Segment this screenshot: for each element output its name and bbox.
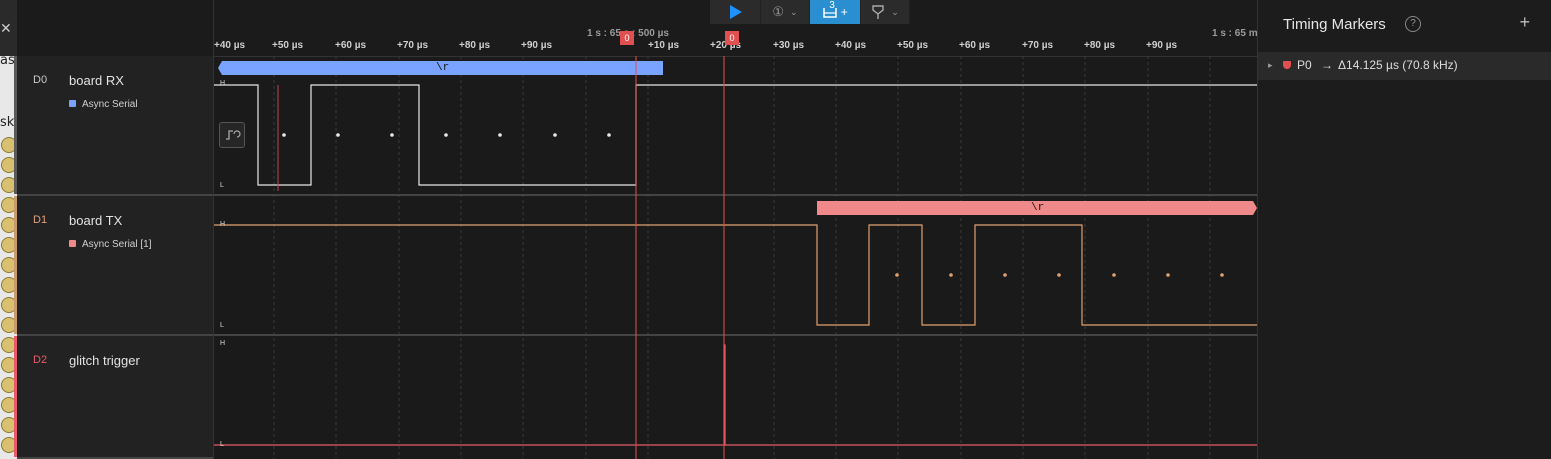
- expand-icon[interactable]: ▸: [1268, 60, 1273, 71]
- play-icon: [730, 5, 742, 19]
- time-tick-label: +70 µs: [1022, 40, 1054, 51]
- absolute-time-label: 1 s : 65 m: [1212, 28, 1258, 39]
- level-low-label: L: [220, 322, 224, 329]
- channel-color-bar: [14, 196, 17, 334]
- level-high-label: H: [220, 340, 226, 347]
- trigger-icon: ①: [772, 4, 785, 19]
- channel-id: D0: [33, 74, 48, 86]
- channel-id: D2: [33, 354, 48, 366]
- close-icon[interactable]: ✕: [0, 0, 17, 56]
- channel-color-bar: [14, 336, 17, 457]
- analyzer-label[interactable]: Async Serial [1]: [69, 239, 151, 250]
- channel-name[interactable]: board TX: [69, 213, 122, 228]
- time-tick-label: +80 µs: [1084, 40, 1116, 51]
- start-capture-button[interactable]: [710, 0, 761, 24]
- channel-row-d0[interactable]: D0 board RX Async Serial: [14, 56, 213, 196]
- waveform-rx: [214, 84, 1258, 186]
- time-tick-label: +40 µs: [835, 40, 867, 51]
- bit-sample-dots: [282, 133, 611, 137]
- analyzer-name: Async Serial: [82, 99, 138, 110]
- marker-list-item[interactable]: ▸ P0 → Δ14.125 µs (70.8 kHz): [1258, 52, 1551, 80]
- grid-lines: [273, 56, 1211, 459]
- background-text-fragment: sk: [0, 115, 15, 130]
- marker-count: 3: [829, 0, 835, 11]
- marker-color-icon: [1283, 61, 1291, 69]
- channel-row-d1[interactable]: D1 board TX Async Serial [1]: [14, 196, 213, 336]
- waveform-glitch-trigger: [214, 344, 1258, 446]
- bit-sample-dots: [895, 273, 1224, 277]
- decode-text-rx: \r: [436, 62, 450, 74]
- channel-color-bar: [14, 56, 17, 194]
- waveform-tx: [214, 224, 1258, 326]
- waveform-canvas: [214, 56, 1258, 459]
- time-tick-label: +60 µs: [959, 40, 991, 51]
- time-tick-label: +80 µs: [459, 40, 491, 51]
- time-tick-label: +90 µs: [1146, 40, 1178, 51]
- time-tick-label: +40 µs: [214, 40, 246, 51]
- level-high-label: H: [220, 80, 226, 87]
- marker-delta-value: Δ14.125 µs (70.8 kHz): [1338, 58, 1458, 72]
- waveform-view[interactable]: +40 µs +50 µs +60 µs +70 µs +80 µs +90 µ…: [213, 0, 1258, 459]
- background-text-fragment: as: [0, 53, 15, 68]
- analyzer-name: Async Serial [1]: [82, 239, 152, 250]
- analyzer-color-swatch: [69, 240, 76, 247]
- panel-title: Timing Markers: [1283, 16, 1386, 33]
- measure-button[interactable]: ⌄: [861, 0, 910, 24]
- time-tick-label: +50 µs: [272, 40, 304, 51]
- trigger-settings-button[interactable]: ① ⌄: [761, 0, 810, 24]
- pin-icon: [872, 5, 884, 19]
- channel-name[interactable]: board RX: [69, 73, 124, 88]
- time-tick-label: +50 µs: [897, 40, 929, 51]
- time-tick-label: +60 µs: [335, 40, 367, 51]
- add-marker-button[interactable]: 3 +: [810, 0, 861, 24]
- timing-markers-panel: Timing Markers ? + ▸ P0 → Δ14.125 µs (70…: [1257, 0, 1551, 459]
- trigger-edge-icon: [226, 130, 241, 140]
- marker-name: P0: [1297, 58, 1312, 72]
- channel-id: D1: [33, 214, 48, 226]
- trigger-edge-button[interactable]: [219, 122, 245, 148]
- level-low-label: L: [220, 441, 224, 448]
- channel-row-d2[interactable]: D2 glitch trigger: [14, 336, 213, 459]
- chevron-down-icon: ⌄: [891, 6, 899, 17]
- arrow-right-icon: →: [1321, 58, 1333, 72]
- channel-list-header: [17, 0, 213, 57]
- add-marker-icon[interactable]: +: [1519, 12, 1530, 33]
- level-high-label: H: [220, 221, 226, 228]
- time-tick-label: +90 µs: [521, 40, 553, 51]
- channel-list: D0 board RX Async Serial D1 board TX Asy…: [14, 0, 213, 459]
- help-icon[interactable]: ?: [1405, 16, 1421, 32]
- channel-name[interactable]: glitch trigger: [69, 353, 140, 368]
- time-tick-label: +70 µs: [397, 40, 429, 51]
- add-icon: +: [840, 5, 848, 19]
- timing-marker-flag[interactable]: 0: [725, 31, 739, 45]
- chevron-down-icon: ⌄: [790, 6, 798, 17]
- time-tick-label: +30 µs: [773, 40, 805, 51]
- time-tick-label: +10 µs: [648, 40, 680, 51]
- timing-marker-flag[interactable]: 0: [620, 31, 634, 45]
- decode-text-tx: \r: [1031, 202, 1045, 214]
- capture-toolbar: ① ⌄ 3 + ⌄: [710, 0, 910, 24]
- analyzer-label[interactable]: Async Serial: [69, 99, 138, 110]
- level-low-label: L: [220, 182, 224, 189]
- analyzer-color-swatch: [69, 100, 76, 107]
